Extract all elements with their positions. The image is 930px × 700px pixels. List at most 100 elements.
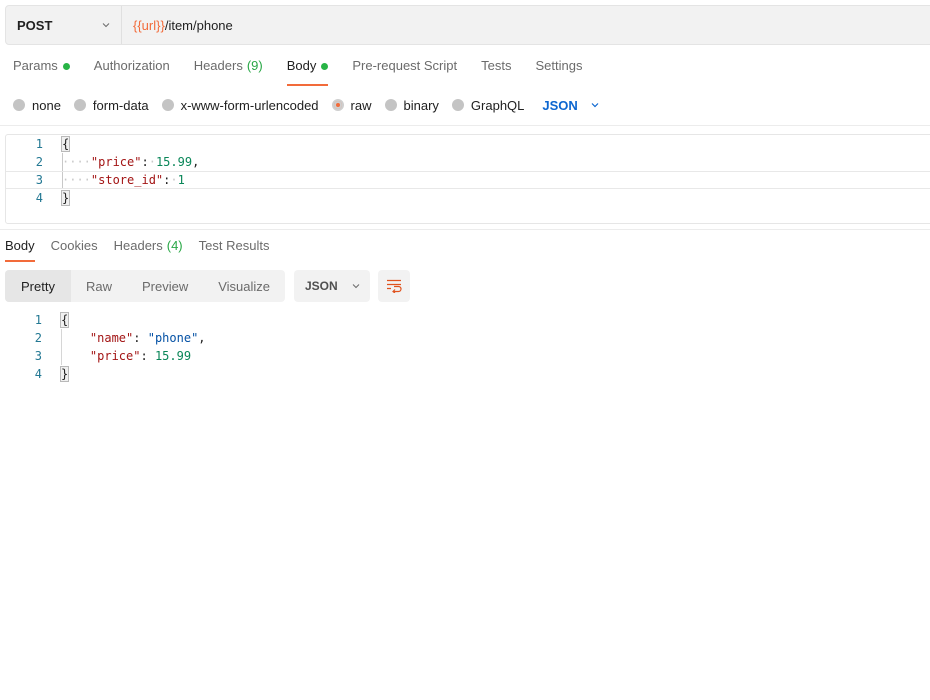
radio-raw[interactable]: raw [331, 97, 372, 113]
code-line-current: 3 ····"store_id":·1 [6, 171, 930, 189]
radio-circle[interactable] [161, 99, 174, 111]
line-number: 2 [35, 155, 43, 169]
line-number: 2 [34, 331, 42, 345]
radio-label: form-data [92, 97, 149, 113]
response-format-select[interactable]: JSON [294, 270, 370, 302]
tab-label: Authorization [93, 58, 170, 73]
tab-cookies[interactable]: Cookies [51, 238, 98, 262]
json-value: 15.99 [155, 155, 193, 169]
json-value: 1 [177, 173, 185, 187]
json-key: "name" [89, 331, 134, 345]
tab-label: Tests [481, 58, 512, 73]
chevron-down-icon [102, 23, 110, 28]
tab-settings[interactable]: Settings [535, 58, 582, 86]
radio-circle-selected[interactable] [331, 99, 344, 111]
chevron-down-icon [352, 284, 360, 289]
status-dot [62, 63, 70, 70]
code-line: 4 } [5, 365, 905, 383]
response-body-viewer[interactable]: 1 { 2 "name": "phone", 3 "price": 15.99 … [5, 311, 905, 391]
method-select[interactable]: POST [6, 6, 122, 44]
line-number: 1 [34, 313, 42, 327]
divider [0, 229, 930, 230]
radio-label: raw [350, 97, 372, 113]
tab-pre-request-script[interactable]: Pre-request Script [352, 58, 457, 86]
radio-circle[interactable] [451, 99, 464, 111]
radio-circle[interactable] [13, 99, 25, 111]
url-variable: {{url}} [133, 17, 165, 33]
close-brace: } [59, 366, 70, 382]
radio-none[interactable]: none [13, 98, 61, 113]
language-select[interactable]: JSON [542, 98, 599, 113]
tab-label: Pre-request Script [352, 58, 458, 73]
request-tabs: Params Authorization Headers (9) Body Pre… [13, 58, 606, 86]
json-key: "price" [89, 349, 141, 363]
code-line: 1 { [5, 311, 905, 329]
tab-tests[interactable]: Tests [481, 58, 511, 86]
tab-response-headers[interactable]: Headers (4) [114, 238, 183, 262]
open-brace: { [60, 136, 71, 152]
language-label: JSON [542, 97, 578, 113]
tab-count: (9) [246, 58, 263, 73]
radio-label: none [32, 97, 61, 113]
radio-label: x-www-form-urlencoded [180, 97, 319, 113]
response-view-switcher: Pretty Raw Preview Visualize [5, 270, 286, 302]
request-url-bar: POST {{url}}/item/phone [5, 5, 930, 45]
comma: , [198, 331, 206, 345]
line-number: 3 [35, 173, 43, 187]
json-value: 15.99 [154, 349, 192, 363]
tab-label: Settings [535, 58, 583, 73]
json-key: "store_id" [90, 173, 164, 187]
radio-x-www-form-urlencoded[interactable]: x-www-form-urlencoded [161, 97, 319, 113]
code-line: 2 ····"price":·15.99, [6, 153, 930, 171]
code-line: 4 } [6, 189, 930, 207]
body-type-selector: none form-data x-www-form-urlencoded raw… [13, 96, 600, 114]
status-dot [321, 63, 329, 70]
line-number: 3 [34, 349, 42, 363]
tab-label: Headers [113, 238, 163, 253]
view-pretty[interactable]: Pretty [5, 270, 71, 302]
method-label: POST [17, 17, 53, 33]
code-line: 3 "price": 15.99 [5, 347, 905, 365]
wrap-lines-icon [387, 279, 402, 293]
tab-label: Cookies [50, 238, 98, 253]
tab-headers[interactable]: Headers (9) [194, 58, 263, 86]
line-number: 4 [34, 367, 42, 381]
line-number: 4 [35, 191, 43, 205]
tab-body[interactable]: Body [286, 58, 329, 86]
radio-circle[interactable] [384, 99, 397, 111]
code-line: 1 { [6, 135, 930, 153]
tab-label: Test Results [198, 238, 270, 253]
divider [0, 125, 930, 126]
close-brace: } [60, 190, 71, 206]
code-line: 2 "name": "phone", [5, 329, 905, 347]
format-label: JSON [305, 279, 338, 293]
radio-binary[interactable]: binary [384, 97, 439, 113]
radio-circle[interactable] [73, 99, 86, 111]
tab-test-results[interactable]: Test Results [199, 238, 270, 262]
json-key: "price" [90, 155, 142, 169]
view-preview[interactable]: Preview [127, 270, 203, 302]
tab-response-body[interactable]: Body [5, 238, 35, 262]
chevron-down-icon [591, 103, 599, 108]
tab-count: (4) [166, 238, 183, 253]
radio-form-data[interactable]: form-data [73, 97, 149, 113]
url-path: /item/phone [164, 17, 233, 33]
tab-params[interactable]: Params [13, 58, 70, 86]
json-value: "phone" [147, 331, 199, 345]
tab-label: Params [13, 58, 58, 73]
radio-graphql[interactable]: GraphQL [451, 97, 525, 113]
request-body-editor[interactable]: 1 { 2 ····"price":·15.99, 3 ····"store_i… [5, 134, 930, 224]
open-brace: { [59, 312, 70, 328]
tab-label: Body [286, 58, 317, 73]
radio-label: GraphQL [470, 97, 525, 113]
response-tabs: Body Cookies Headers (4) Test Results [5, 238, 285, 262]
tab-authorization[interactable]: Authorization [94, 58, 170, 86]
tab-label: Body [5, 238, 35, 253]
radio-label: binary [403, 97, 439, 113]
tab-label: Headers [193, 58, 243, 73]
wrap-lines-button[interactable] [378, 270, 410, 302]
view-visualize[interactable]: Visualize [203, 270, 285, 302]
comma: , [192, 155, 200, 169]
url-input[interactable]: {{url}}/item/phone [122, 18, 233, 33]
view-raw[interactable]: Raw [71, 270, 127, 302]
